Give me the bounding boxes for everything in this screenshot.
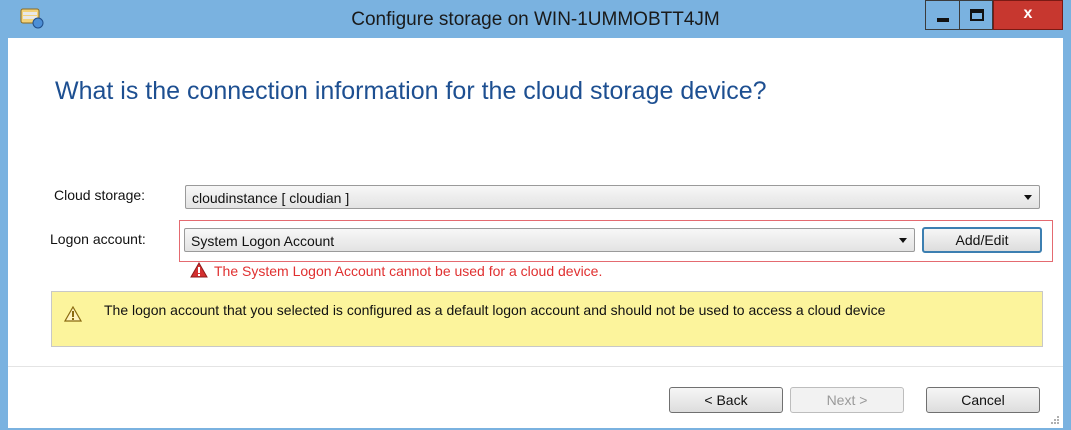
cloud-storage-dropdown[interactable]: cloudinstance [ cloudian ] xyxy=(185,185,1040,209)
maximize-icon xyxy=(970,9,984,21)
dialog-window: Configure storage on WIN-1UMMOBTT4JM x W… xyxy=(0,0,1071,430)
logon-account-value: System Logon Account xyxy=(191,233,335,249)
dropdown-arrow-icon xyxy=(1024,195,1032,200)
minimize-button[interactable] xyxy=(925,0,959,30)
next-button[interactable]: Next > xyxy=(790,387,904,413)
dialog-content: What is the connection information for t… xyxy=(8,38,1063,428)
error-message: The System Logon Account cannot be used … xyxy=(214,263,603,279)
window-title: Configure storage on WIN-1UMMOBTT4JM xyxy=(351,9,720,30)
warning-banner: The logon account that you selected is c… xyxy=(51,291,1043,347)
back-button[interactable]: < Back xyxy=(669,387,783,413)
title-bar[interactable]: Configure storage on WIN-1UMMOBTT4JM x xyxy=(0,0,1071,38)
resize-grip-icon[interactable] xyxy=(1049,414,1059,424)
close-button[interactable]: x xyxy=(993,0,1063,30)
maximize-button[interactable] xyxy=(959,0,993,30)
logon-account-label: Logon account: xyxy=(50,231,146,247)
cancel-button[interactable]: Cancel xyxy=(926,387,1040,413)
add-edit-button[interactable]: Add/Edit xyxy=(922,227,1042,253)
page-heading: What is the connection information for t… xyxy=(55,77,767,105)
dropdown-arrow-icon xyxy=(899,238,907,243)
minimize-icon xyxy=(937,18,949,22)
close-icon: x xyxy=(1023,5,1033,22)
error-icon xyxy=(190,262,208,278)
footer-divider xyxy=(8,366,1063,367)
cloud-storage-value: cloudinstance [ cloudian ] xyxy=(192,190,350,206)
cloud-storage-label: Cloud storage: xyxy=(54,187,146,203)
warning-icon xyxy=(64,306,82,322)
warning-message: The logon account that you selected is c… xyxy=(104,302,886,318)
logon-account-dropdown[interactable]: System Logon Account xyxy=(184,228,915,252)
